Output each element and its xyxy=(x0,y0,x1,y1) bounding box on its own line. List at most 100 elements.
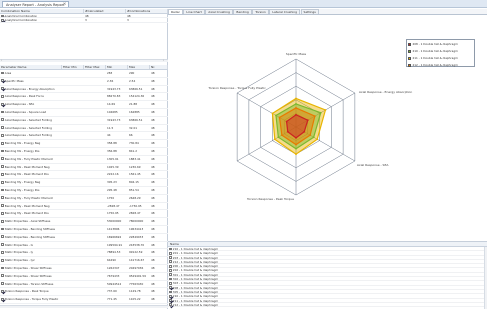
parameter-row[interactable]: Bending My - Energy Neg 305.23 804.15 48 xyxy=(0,179,168,187)
filter-min-cell[interactable] xyxy=(62,226,84,233)
close-tab-icon[interactable]: × xyxy=(63,1,66,7)
checkbox[interactable] xyxy=(1,235,4,239)
parameter-row[interactable]: Axial Response - SEA 14.69 21.88 48 xyxy=(0,101,168,109)
filter-max-cell[interactable] xyxy=(84,101,106,108)
parameter-row[interactable]: Axial Response - Peak Force 88270.83 15412… xyxy=(0,93,168,102)
col-calculated[interactable]: #Calculated xyxy=(84,9,126,13)
checkbox[interactable] xyxy=(1,274,4,278)
checkbox[interactable] xyxy=(1,87,4,90)
filter-max-cell[interactable] xyxy=(84,93,106,100)
parameter-row[interactable]: Static Properties - Iyz 64490 141716.67 48 xyxy=(0,257,168,265)
checkbox[interactable] xyxy=(1,18,4,22)
tab-torsion[interactable]: Torsion xyxy=(252,9,269,14)
col-combinations[interactable]: #Combinations xyxy=(126,9,168,13)
filter-min-cell[interactable] xyxy=(62,109,84,116)
parameter-row[interactable]: Static Properties - Bending Stiffness 169… xyxy=(0,234,168,242)
parameter-row[interactable]: Static Properties - Torsion Stiffness 509… xyxy=(0,281,168,289)
filter-max-cell[interactable] xyxy=(84,242,106,249)
filter-min-cell[interactable] xyxy=(62,164,84,171)
tab-radar[interactable]: Radar xyxy=(168,9,183,14)
filter-max-cell[interactable] xyxy=(84,257,106,264)
filter-min-cell[interactable] xyxy=(62,210,84,217)
filter-min-cell[interactable] xyxy=(62,249,84,256)
checkbox[interactable] xyxy=(169,269,172,272)
filter-max-cell[interactable] xyxy=(84,249,106,256)
checkbox[interactable] xyxy=(1,266,4,270)
checkbox[interactable] xyxy=(1,118,4,122)
filter-min-cell[interactable] xyxy=(62,195,84,202)
parameter-row[interactable]: Bending Mx - Energy Pos 356.88 841.2 48 xyxy=(0,148,168,156)
filter-max-cell[interactable] xyxy=(84,70,106,77)
filter-max-cell[interactable] xyxy=(84,179,106,186)
filter-max-cell[interactable] xyxy=(84,117,106,124)
parameter-row[interactable]: Axial Response - Selected Folding 31943.7… xyxy=(0,117,168,125)
checkbox[interactable] xyxy=(1,141,4,145)
parameter-row[interactable]: Axial Response - Square Load 104685 162885… xyxy=(0,109,168,117)
checkbox[interactable] xyxy=(1,157,4,161)
parameters-hscroll[interactable] xyxy=(0,305,168,308)
checkbox[interactable] xyxy=(1,243,4,246)
filter-max-cell[interactable] xyxy=(84,281,106,288)
filter-min-cell[interactable] xyxy=(62,117,84,124)
filter-min-cell[interactable] xyxy=(62,156,84,163)
checkbox[interactable] xyxy=(169,251,172,255)
filter-max-cell[interactable] xyxy=(84,164,106,171)
filter-max-cell[interactable] xyxy=(84,109,106,116)
filter-min-cell[interactable] xyxy=(62,171,84,178)
filter-max-cell[interactable] xyxy=(84,195,106,202)
checkbox[interactable] xyxy=(169,264,172,268)
filter-max-cell[interactable] xyxy=(84,125,106,132)
filter-min-cell[interactable] xyxy=(62,132,84,139)
parameter-row[interactable]: Axial Response - Energy Absorption 31943.… xyxy=(0,86,168,94)
checkbox[interactable] xyxy=(1,180,4,184)
col-filter-max[interactable]: Filter Max xyxy=(84,65,106,69)
filter-max-cell[interactable] xyxy=(84,156,106,163)
filter-min-cell[interactable] xyxy=(62,86,84,93)
legend-item[interactable]: 208 - 1 Double hat & diaphragm xyxy=(408,41,473,47)
filter-max-cell[interactable] xyxy=(84,234,106,241)
filter-min-cell[interactable] xyxy=(62,187,84,194)
col-combination-name[interactable]: Combination Name xyxy=(0,9,84,13)
parameter-row[interactable]: Static Properties - Ix 199594.91 243538.70… xyxy=(0,242,168,250)
filter-min-cell[interactable] xyxy=(62,242,84,249)
filter-min-cell[interactable] xyxy=(62,93,84,100)
scroll-left-icon[interactable]: ‹ xyxy=(1,59,2,62)
filter-max-cell[interactable] xyxy=(84,273,106,280)
parameter-row[interactable]: Torsion Response - Torque Fully Plastic 7… xyxy=(0,296,168,304)
parameter-row[interactable]: Specific Mass 2.36 2.54 48 xyxy=(0,78,168,86)
checkbox[interactable] xyxy=(1,282,4,285)
checkbox[interactable] xyxy=(1,227,4,231)
parameter-row[interactable]: Bending Mx - Peak Moment Neg 1025.39 1230.… xyxy=(0,164,168,172)
filter-min-cell[interactable] xyxy=(62,288,84,295)
filter-max-cell[interactable] xyxy=(84,171,106,178)
legend-item[interactable]: 212 - 1 Double hat & diaphragm xyxy=(408,62,473,68)
filter-min-cell[interactable] xyxy=(62,265,84,272)
filter-max-cell[interactable] xyxy=(84,203,106,210)
parameter-row[interactable]: Torsion Response - Peak Torque 737.60 1129… xyxy=(0,288,168,297)
parameter-row[interactable]: Area 283 290 48 xyxy=(0,70,168,78)
filter-min-cell[interactable] xyxy=(62,273,84,280)
parameter-row[interactable]: Bending Mx - Energy Neg 358.88 730.84 48 xyxy=(0,140,168,148)
filter-max-cell[interactable] xyxy=(84,86,106,93)
legend-item[interactable]: 210 - 1 Double hat & diaphragm xyxy=(408,48,473,54)
parameter-row[interactable]: Static Properties - Axial Stiffness 53000… xyxy=(0,218,168,226)
col-parameter-name[interactable]: Parameter Name xyxy=(0,65,62,69)
parameter-row[interactable]: Bending My - Energy Pos 295.48 851.54 48 xyxy=(0,187,168,195)
parameter-row[interactable]: Bending Mx - Fully Plastic Moment 1305.91… xyxy=(0,156,168,164)
parameter-row[interactable]: Bending Mx - Peak Moment Pos 2222.16 1561.… xyxy=(0,171,168,180)
checkbox[interactable] xyxy=(169,247,172,251)
filter-max-cell[interactable] xyxy=(84,78,106,85)
col-min[interactable]: Min xyxy=(106,65,128,69)
checkbox[interactable] xyxy=(1,289,4,293)
parameter-row[interactable]: Axial Response - Selected Folding 44 66 48 xyxy=(0,132,168,141)
filter-min-cell[interactable] xyxy=(62,78,84,85)
tab-line-chart[interactable]: Line Chart xyxy=(183,9,205,14)
parameter-row[interactable]: Static Properties - Shear Stiffness 76794… xyxy=(0,273,168,281)
checkbox[interactable] xyxy=(1,149,4,153)
checkbox[interactable] xyxy=(1,250,4,254)
filter-min-cell[interactable] xyxy=(62,296,84,303)
filter-min-cell[interactable] xyxy=(62,203,84,210)
checkbox[interactable] xyxy=(1,79,4,83)
checkbox[interactable] xyxy=(1,196,4,200)
filter-max-cell[interactable] xyxy=(84,218,106,225)
